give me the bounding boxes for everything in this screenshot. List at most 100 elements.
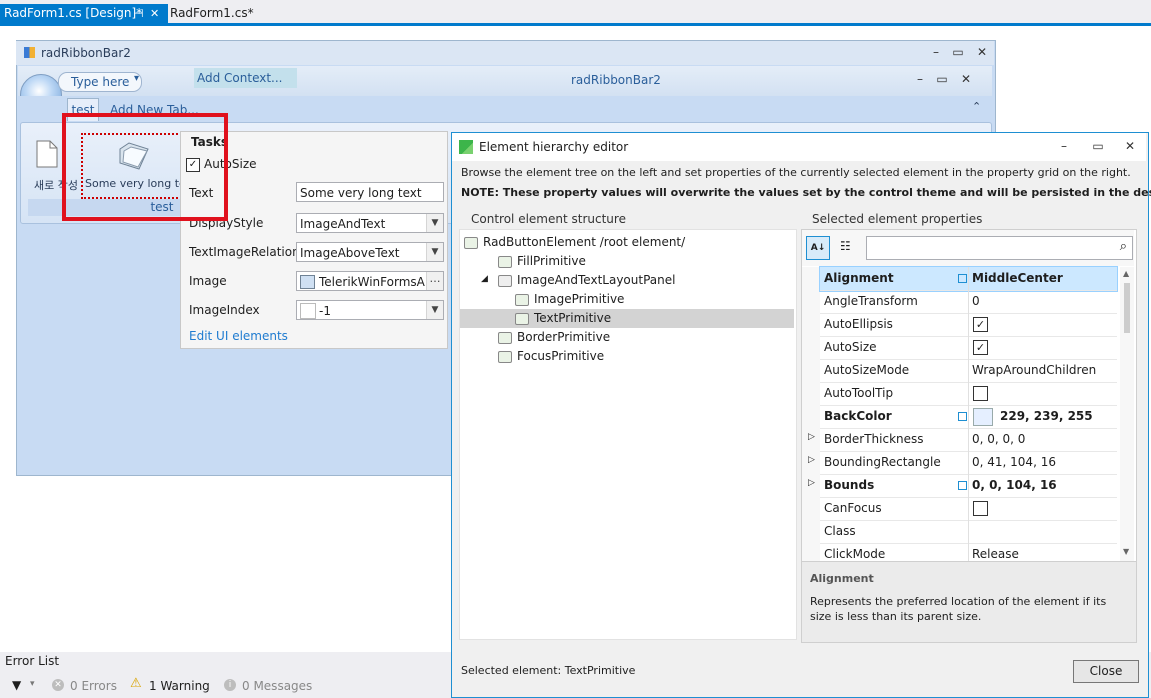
categorized-icon[interactable]: ☷ <box>840 239 851 253</box>
property-row[interactable]: Class <box>820 520 1117 544</box>
property-name: Alignment <box>824 271 894 285</box>
display-style-select[interactable]: ImageAndText ▼ <box>296 213 444 233</box>
property-value[interactable]: MiddleCenter <box>972 271 1063 285</box>
qat-dropdown-icon[interactable]: ▾ <box>134 73 139 84</box>
tree-item-imageprimitive[interactable]: ImagePrimitive <box>515 290 624 309</box>
ribbon-close-icon[interactable]: ✕ <box>958 72 974 86</box>
dialog-close-icon[interactable]: ✕ <box>1122 139 1138 153</box>
selected-element-status: Selected element: TextPrimitive <box>461 664 636 677</box>
property-name: BorderThickness <box>824 432 924 446</box>
pin-icon[interactable]: ⊣ <box>134 4 144 23</box>
empty-image-swatch <box>300 303 316 319</box>
tree-selection-highlight <box>460 309 794 328</box>
property-value[interactable]: 0, 41, 104, 16 <box>972 455 1056 469</box>
property-name: AutoSizeMode <box>824 363 910 377</box>
close-button[interactable]: Close <box>1073 660 1139 683</box>
errors-count[interactable]: 0 Errors <box>70 679 117 693</box>
property-value[interactable]: 0, 0, 104, 16 <box>972 478 1057 492</box>
text-image-relation-select[interactable]: ImageAboveText ▼ <box>296 242 444 262</box>
property-value[interactable]: 229, 239, 255 <box>1000 409 1093 423</box>
collapse-ribbon-icon[interactable]: ⌃ <box>972 100 981 113</box>
property-value[interactable]: 0, 0, 0, 0 <box>972 432 1025 446</box>
property-search-input[interactable]: ⌕ <box>866 236 1133 260</box>
property-row[interactable]: AutoEllipsis ✓ <box>820 313 1117 337</box>
filter-dropdown-icon[interactable]: ▾ <box>30 679 35 689</box>
property-checkbox[interactable] <box>973 386 988 401</box>
expand-arrow-icon[interactable]: ◢ <box>481 274 488 284</box>
property-row[interactable]: BackColor 229, 239, 255 <box>820 405 1117 429</box>
element-tree[interactable] <box>459 229 797 640</box>
tab-design[interactable]: RadForm1.cs [Design]* ⊣ ✕ <box>0 4 168 23</box>
property-row[interactable]: AngleTransform 0 <box>820 290 1117 314</box>
column-separator <box>968 267 969 290</box>
dialog-note-text: NOTE: These property values will overwri… <box>461 186 1151 199</box>
tab-code[interactable]: RadForm1.cs* <box>166 4 258 23</box>
tree-item-label: ImagePrimitive <box>534 292 625 306</box>
sort-alphabetical-icon[interactable]: A↓ <box>806 236 830 260</box>
add-context-button[interactable]: Add Context... <box>194 68 297 88</box>
property-scrollbar[interactable]: ▲ ▼ <box>1120 267 1134 561</box>
property-row[interactable]: AutoToolTip <box>820 382 1117 406</box>
property-row[interactable]: CanFocus <box>820 497 1117 521</box>
property-row[interactable]: Bounds 0, 0, 104, 16 <box>820 474 1117 498</box>
browse-ellipsis-button[interactable]: … <box>426 272 443 290</box>
dialog-intro-text: Browse the element tree on the left and … <box>461 166 1131 179</box>
quick-access-input[interactable]: Type here <box>58 72 142 92</box>
ribbon-minimize-icon[interactable]: – <box>912 72 928 86</box>
dialog-maximize-icon[interactable]: ▭ <box>1090 139 1106 153</box>
messages-count[interactable]: 0 Messages <box>242 679 312 693</box>
tree-item-fillprimitive[interactable]: FillPrimitive <box>498 252 586 271</box>
property-checkbox[interactable]: ✓ <box>973 317 988 332</box>
tree-item-layoutpanel[interactable]: ImageAndTextLayoutPanel <box>498 271 675 290</box>
image-index-select[interactable]: -1 ▼ <box>296 300 444 320</box>
close-icon[interactable]: ✕ <box>974 45 990 59</box>
search-icon[interactable]: ⌕ <box>1120 239 1127 254</box>
property-checkbox[interactable]: ✓ <box>973 340 988 355</box>
property-row[interactable]: AutoSizeMode WrapAroundChildren <box>820 359 1117 383</box>
tree-item-borderprimitive[interactable]: BorderPrimitive <box>498 328 610 347</box>
property-value[interactable]: 0 <box>972 294 980 308</box>
close-icon[interactable]: ✕ <box>150 4 159 23</box>
scroll-thumb[interactable] <box>1124 283 1130 333</box>
image-field[interactable]: TelerikWinFormsA … <box>296 271 444 291</box>
tree-item-radbuttonelement[interactable]: RadButtonElement /root element/ <box>464 233 685 252</box>
maximize-icon[interactable]: ▭ <box>950 45 966 59</box>
description-title: Alignment <box>810 572 874 585</box>
filter-icon[interactable]: ▼ <box>12 678 21 692</box>
property-row[interactable]: AutoSize ✓ <box>820 336 1117 360</box>
expand-property-icon[interactable]: ▷ <box>808 455 815 465</box>
property-value[interactable]: WrapAroundChildren <box>972 363 1096 377</box>
tree-item-focusprimitive[interactable]: FocusPrimitive <box>498 347 604 366</box>
expand-property-icon[interactable]: ▷ <box>808 432 815 442</box>
tree-item-label: FocusPrimitive <box>517 349 605 363</box>
chevron-down-icon[interactable]: ▼ <box>426 301 443 319</box>
primitive-icon <box>498 331 512 344</box>
warning-icon: ⚠ <box>130 676 142 691</box>
dialog-minimize-icon[interactable]: – <box>1056 139 1072 153</box>
text-input[interactable]: Some very long text <box>296 182 444 202</box>
tab-design-label: RadForm1.cs [Design]* <box>4 6 143 20</box>
error-icon: ✕ <box>52 679 64 691</box>
property-checkbox[interactable] <box>973 501 988 516</box>
property-row[interactable]: Alignment MiddleCenter <box>819 266 1118 292</box>
expand-property-icon[interactable]: ▷ <box>808 478 815 488</box>
column-separator <box>968 497 969 520</box>
tree-item-textprimitive[interactable]: TextPrimitive <box>515 309 611 328</box>
chevron-down-icon[interactable]: ▼ <box>426 243 443 261</box>
tree-item-label: FillPrimitive <box>517 254 586 268</box>
primitive-icon <box>515 312 529 325</box>
minimize-icon[interactable]: – <box>928 45 944 59</box>
error-list-title: Error List <box>5 654 60 668</box>
warnings-count[interactable]: 1 Warning <box>149 679 210 693</box>
ribbon-maximize-icon[interactable]: ▭ <box>934 72 950 86</box>
property-row[interactable]: BoundingRectangle 0, 41, 104, 16 <box>820 451 1117 475</box>
chevron-down-icon[interactable]: ▼ <box>426 214 443 232</box>
form-title: radRibbonBar2 <box>41 46 131 60</box>
scroll-down-icon[interactable]: ▼ <box>1123 547 1129 556</box>
display-style-value: ImageAndText <box>300 217 386 231</box>
image-value: TelerikWinFormsA <box>319 275 425 289</box>
property-value[interactable]: Release <box>972 547 1019 561</box>
scroll-up-icon[interactable]: ▲ <box>1123 269 1129 278</box>
edit-ui-elements-link[interactable]: Edit UI elements <box>189 329 288 343</box>
property-row[interactable]: BorderThickness 0, 0, 0, 0 <box>820 428 1117 452</box>
